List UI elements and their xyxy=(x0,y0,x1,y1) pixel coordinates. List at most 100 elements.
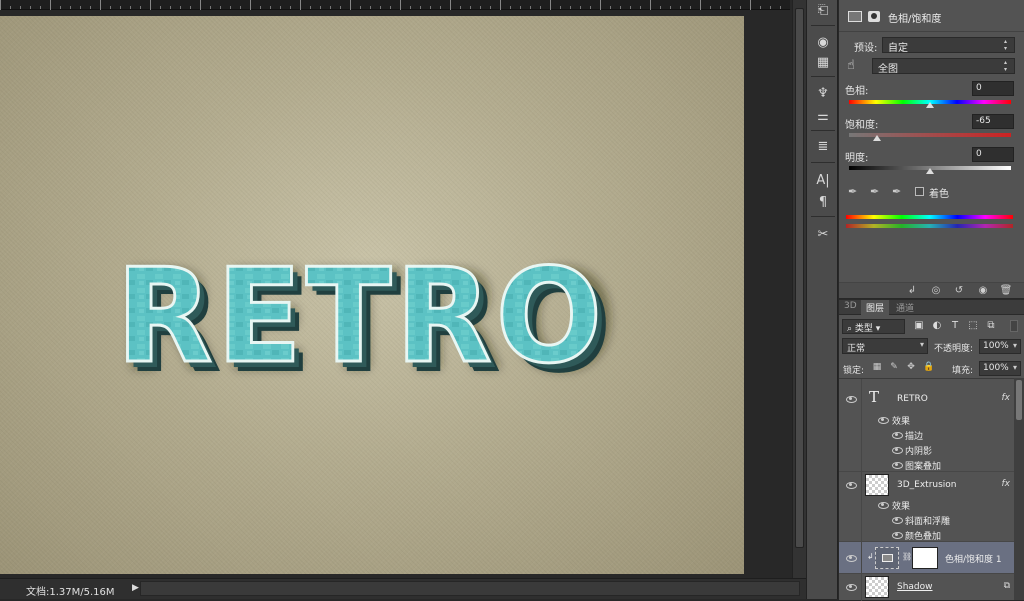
adjust-icon[interactable]: ⚌ xyxy=(813,106,833,126)
layer-kind-filter[interactable]: ⌕ 类型 ▾ xyxy=(842,319,905,334)
lock-pixels-icon[interactable]: ✎ xyxy=(889,362,899,372)
hue-spectrum-top xyxy=(846,215,1013,219)
channel-value: 全图 xyxy=(878,64,898,75)
layer-name[interactable]: 3D_Extrusion xyxy=(897,480,957,490)
kind-filter-value: 类型 xyxy=(854,324,873,334)
effect-eye-icon[interactable] xyxy=(891,530,903,540)
fill-field[interactable]: 100% xyxy=(979,361,1021,376)
lock-transparency-icon[interactable]: ▦ xyxy=(872,362,882,372)
properties-title: 色相/饱和度 xyxy=(888,14,942,25)
lightness-field[interactable]: 0 xyxy=(972,147,1014,162)
effect-eye-icon[interactable] xyxy=(891,515,903,525)
filter-pixel-icon[interactable]: ▣ xyxy=(913,320,925,332)
effects-label: 效果 xyxy=(892,502,911,512)
visibility-eye-icon[interactable] xyxy=(845,553,857,563)
layer-name[interactable]: Shadow xyxy=(897,582,933,592)
layers-panel: 3D 图层 通道 ⌕ 类型 ▾ ▣ ◐ T ⬚ ⧉ 正常 不透明度: 100% … xyxy=(839,299,1024,601)
brush-preset-icon[interactable]: ♆ xyxy=(813,83,833,103)
preset-dropdown[interactable]: 自定 xyxy=(882,37,1015,54)
status-bar: 文档:1.37M/5.16M ▶ xyxy=(0,578,806,599)
mask-icon[interactable] xyxy=(868,11,880,22)
filter-shape-icon[interactable]: ⬚ xyxy=(967,320,979,332)
eyedropper-icon[interactable]: ✒ xyxy=(848,185,860,198)
opacity-field[interactable]: 100% xyxy=(979,339,1021,354)
preset-label: 预设: xyxy=(854,43,878,54)
lock-position-icon[interactable]: ✥ xyxy=(906,362,916,372)
status-menu-arrow-icon[interactable]: ▶ xyxy=(132,583,139,593)
history-icon[interactable]: ⎗ xyxy=(813,0,833,20)
layer-shadow[interactable]: Shadow ⧉ xyxy=(839,574,1014,601)
effect-eye-icon[interactable] xyxy=(891,430,903,440)
paragraph-icon[interactable]: ¶ xyxy=(813,192,833,212)
effects-label: 效果 xyxy=(892,417,911,427)
effect-eye-icon[interactable] xyxy=(891,460,903,470)
visibility-eye-icon[interactable] xyxy=(845,582,857,592)
layer-thumbnail xyxy=(865,474,889,496)
eyedropper-plus-icon[interactable]: ✒ xyxy=(870,185,882,198)
adjustment-thumb-icon xyxy=(875,547,899,569)
document-workspace[interactable]: RETRO RETRO RETRO RETRO 文档:1.37M/5.16M ▶ xyxy=(0,0,806,599)
effect-inner-shadow[interactable]: 内阴影 xyxy=(905,444,932,457)
opacity-label: 不透明度: xyxy=(934,344,974,354)
effect-color-overlay[interactable]: 颜色叠加 xyxy=(905,529,941,542)
visibility-eye-icon[interactable] xyxy=(845,480,857,490)
clone-icon[interactable]: ≣ xyxy=(813,136,833,156)
hue-field[interactable]: 0 xyxy=(972,81,1014,96)
preset-value: 自定 xyxy=(888,43,908,54)
filter-type-icon[interactable]: T xyxy=(949,320,961,332)
layer-name[interactable]: 色相/饱和度 1 xyxy=(945,552,1002,565)
visibility-eye-icon[interactable] xyxy=(845,394,857,404)
effect-stroke[interactable]: 描边 xyxy=(905,429,923,442)
lock-all-icon[interactable]: 🔒 xyxy=(923,362,934,372)
saturation-slider-thumb[interactable] xyxy=(873,135,881,141)
saturation-field[interactable]: -65 xyxy=(972,114,1014,129)
clip-to-layer-icon[interactable]: ↲ xyxy=(905,285,919,297)
trash-icon[interactable]: 🗑 xyxy=(999,285,1013,297)
fx-badge[interactable]: fx xyxy=(1002,393,1011,403)
adjustment-icon[interactable] xyxy=(848,11,862,22)
tab-layers[interactable]: 图层 xyxy=(861,300,890,315)
palette-icon[interactable]: ◉ xyxy=(813,32,833,52)
effect-pattern-overlay[interactable]: 图案叠加 xyxy=(905,459,941,472)
tools-icon[interactable]: ✂ xyxy=(813,224,833,244)
tab-channels[interactable]: 通道 xyxy=(891,300,919,315)
layer-retro[interactable]: T RETRO fx 效果 描边 内阴影 图案叠加 xyxy=(839,379,1014,472)
effect-bevel-emboss[interactable]: 斜面和浮雕 xyxy=(905,514,950,527)
link-icon[interactable]: ⛓ xyxy=(902,552,912,561)
mask-thumbnail[interactable] xyxy=(912,547,938,569)
canvas-horizontal-scrollbar[interactable] xyxy=(140,581,800,596)
layer-name[interactable]: RETRO xyxy=(897,394,928,404)
tab-3d[interactable]: 3D xyxy=(839,300,862,315)
layer-thumbnail xyxy=(865,576,889,598)
retro-text-artwork: RETRO RETRO RETRO RETRO xyxy=(115,239,617,392)
reset-icon[interactable]: ↺ xyxy=(952,285,966,297)
fx-badge[interactable]: fx xyxy=(1002,479,1011,489)
lightness-slider-thumb[interactable] xyxy=(926,168,934,174)
effects-eye-icon[interactable] xyxy=(877,500,889,510)
filter-toggle[interactable] xyxy=(1010,320,1018,332)
eyedropper-minus-icon[interactable]: ✒ xyxy=(892,185,904,198)
hand-target-icon[interactable]: ☝ xyxy=(847,58,855,73)
effect-eye-icon[interactable] xyxy=(891,445,903,455)
fill-label: 填充: xyxy=(952,366,974,376)
smart-object-icon: ⧉ xyxy=(1003,581,1010,591)
view-previous-icon[interactable]: ◎ xyxy=(929,285,943,297)
canvas-vertical-scrollbar[interactable] xyxy=(792,0,806,580)
filter-adjustment-icon[interactable]: ◐ xyxy=(931,320,943,332)
grid-icon[interactable]: ▦ xyxy=(813,52,833,72)
retro-headline: RETRO xyxy=(116,240,606,391)
layer-3d-extrusion[interactable]: 3D_Extrusion fx 效果 斜面和浮雕 颜色叠加 xyxy=(839,472,1014,542)
hue-slider-thumb[interactable] xyxy=(926,102,934,108)
layers-tabs: 3D 图层 通道 xyxy=(839,300,1024,315)
effects-eye-icon[interactable] xyxy=(877,415,889,425)
text-icon[interactable]: A| xyxy=(813,170,833,190)
filter-smart-object-icon[interactable]: ⧉ xyxy=(985,320,997,332)
blend-mode-dropdown[interactable]: 正常 xyxy=(842,338,928,354)
visibility-icon[interactable]: ◉ xyxy=(976,285,990,297)
layer-hue-saturation[interactable]: ↲ ⛓ 色相/饱和度 1 xyxy=(839,542,1014,574)
document-canvas[interactable]: RETRO RETRO RETRO RETRO xyxy=(0,16,744,574)
layer-list[interactable]: T RETRO fx 效果 描边 内阴影 图案叠加 3D_Extrusion f… xyxy=(839,378,1014,601)
layers-scrollbar[interactable] xyxy=(1014,378,1024,600)
channel-dropdown[interactable]: 全图 xyxy=(872,58,1015,75)
colorize-checkbox[interactable] xyxy=(915,187,924,196)
